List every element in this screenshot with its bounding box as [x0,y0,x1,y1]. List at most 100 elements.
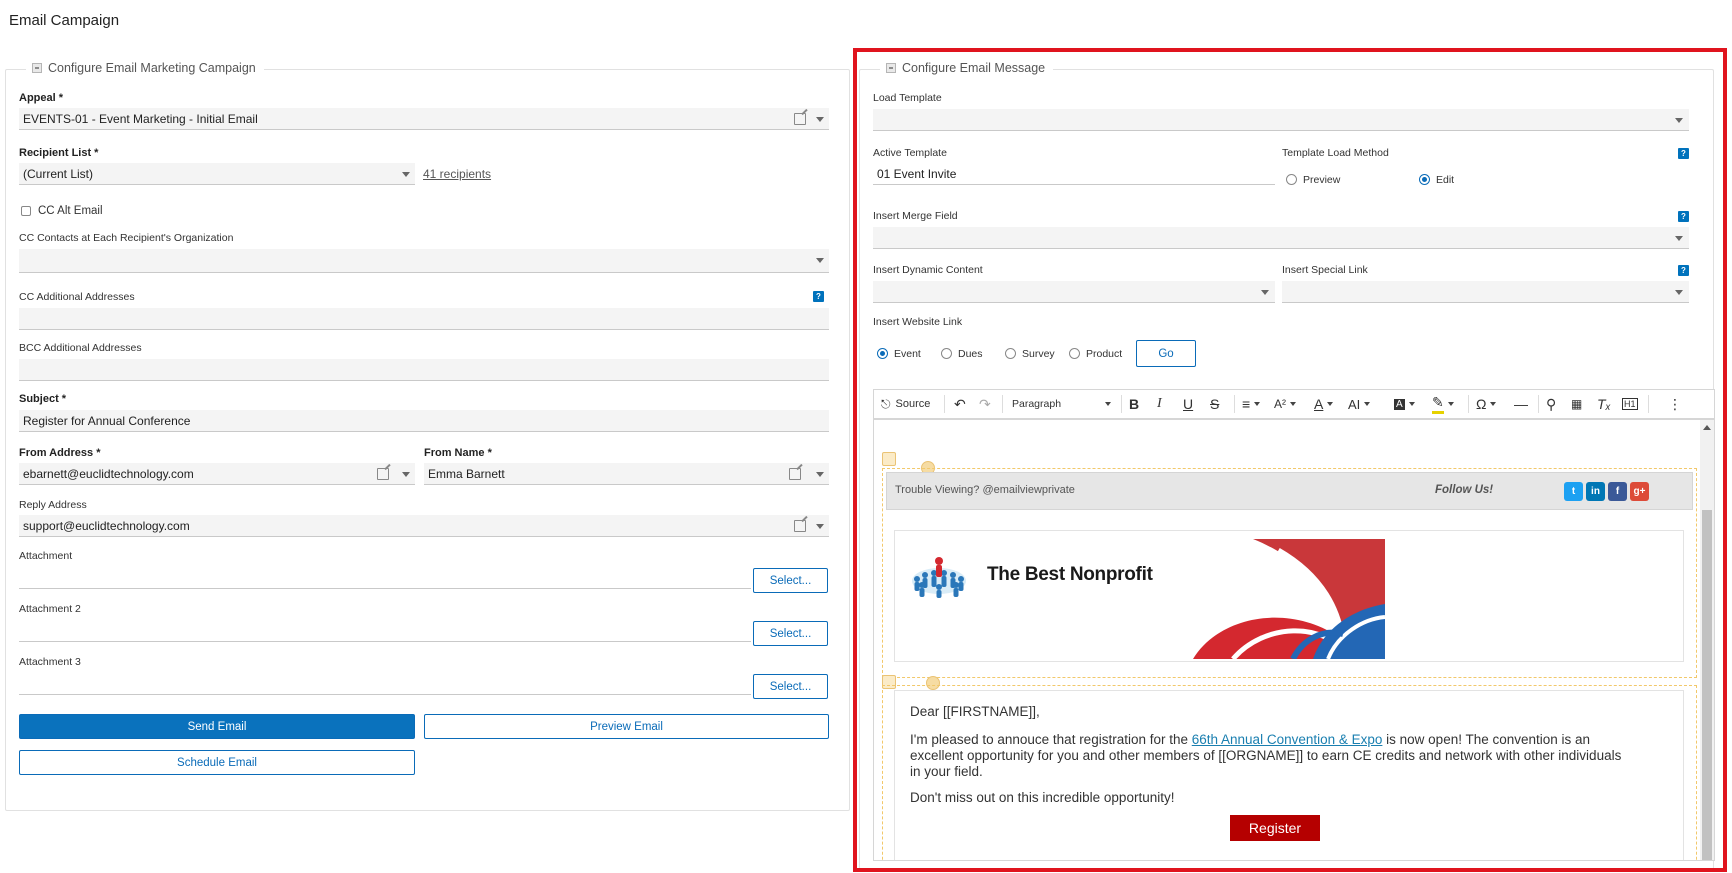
editor-toolbar: ⎋ Source ↶ ↷ Paragraph B I U S ≡ A² A AI… [873,389,1715,419]
from-address-select[interactable]: ebarnett@euclidtechnology.com [19,463,415,485]
linkedin-icon[interactable]: in [1586,482,1605,501]
font-size-icon: A² [1274,397,1286,411]
help-icon[interactable]: ? [1678,148,1689,159]
edit-icon[interactable] [789,468,801,480]
from-name-label: From Name * [424,447,492,459]
source-icon: ⎋ [881,396,891,411]
italic-button[interactable]: I [1157,390,1162,418]
recipient-list-select[interactable]: (Current List) [19,163,415,185]
remove-format-icon: Tₓ [1597,396,1611,412]
appeal-select[interactable]: EVENTS-01 - Event Marketing - Initial Em… [19,108,829,130]
scroll-up-icon[interactable] [1703,425,1711,430]
collapse-icon[interactable] [886,63,896,73]
google-plus-icon[interactable]: g+ [1630,482,1649,501]
chevron-down-icon[interactable] [816,524,824,529]
bcc-additional-input[interactable] [19,359,829,381]
reply-address-select[interactable]: support@euclidtechnology.com [19,515,829,537]
chevron-down-icon[interactable] [816,472,824,477]
select-attachment-button[interactable]: Select... [753,568,828,593]
remove-format-button[interactable]: Tₓ [1597,390,1611,418]
chevron-down-icon[interactable] [1675,290,1683,295]
attachment-field[interactable] [19,567,751,589]
redo-button[interactable]: ↷ [979,390,991,418]
attachment-2-field[interactable] [19,620,751,642]
font-color-dropdown[interactable]: A [1314,390,1334,418]
cc-alt-email-checkbox[interactable] [21,206,31,216]
chevron-down-icon[interactable] [816,117,824,122]
source-button[interactable]: ⎋ Source [881,390,930,418]
preview-email-button[interactable]: Preview Email [424,714,829,739]
help-icon[interactable]: ? [813,291,824,302]
more-options-button[interactable]: ⋮ [1668,390,1682,418]
from-address-label: From Address * [19,447,101,459]
preview-radio[interactable] [1286,174,1297,185]
highlight-dropdown[interactable]: ✎ [1432,390,1454,418]
reply-address-value: support@euclidtechnology.com [23,519,190,533]
select-all-button[interactable]: ▦ [1571,390,1582,418]
drag-handle-icon[interactable] [882,452,896,466]
subject-input[interactable]: Register for Annual Conference [19,410,829,432]
heading-button[interactable]: H1 [1622,390,1638,418]
chevron-down-icon[interactable] [1675,118,1683,123]
recipient-list-value: (Current List) [23,167,94,181]
insert-special-link-select[interactable] [1282,281,1689,303]
edit-icon[interactable] [794,520,806,532]
email-header-strip: Trouble Viewing? @emailviewprivate Follo… [886,472,1693,510]
send-email-button[interactable]: Send Email [19,714,415,739]
edit-radio[interactable] [1419,174,1430,185]
message-panel-legend[interactable]: Configure Email Message [880,61,1054,75]
special-characters-dropdown[interactable]: Ω [1476,390,1497,418]
active-template-input[interactable]: 01 Event Invite [873,163,1275,185]
cc-additional-input[interactable] [19,308,829,330]
editor-content[interactable]: Trouble Viewing? @emailviewprivate Follo… [873,419,1715,861]
survey-radio[interactable] [1005,348,1016,359]
bold-button[interactable]: B [1129,390,1139,418]
twitter-icon[interactable]: t [1564,482,1583,501]
chevron-down-icon[interactable] [1675,236,1683,241]
editor-scrollbar[interactable] [1700,420,1714,860]
recipients-count-link[interactable]: 41 recipients [423,167,491,181]
underline-button[interactable]: U [1183,390,1193,418]
help-icon[interactable]: ? [1678,211,1689,222]
page-title: Email Campaign [9,12,120,29]
horizontal-line-button[interactable]: — [1514,390,1528,418]
help-icon[interactable]: ? [1678,265,1689,276]
schedule-email-button[interactable]: Schedule Email [19,750,415,775]
insert-dynamic-content-select[interactable] [873,281,1275,303]
find-replace-button[interactable]: ⚲ [1546,390,1556,418]
attachment-3-field[interactable] [19,673,751,695]
font-size-dropdown[interactable]: A² [1274,390,1296,418]
campaign-panel-legend[interactable]: Configure Email Marketing Campaign [26,61,264,75]
edit-icon[interactable] [377,468,389,480]
facebook-icon[interactable]: f [1608,482,1627,501]
from-name-select[interactable]: Emma Barnett [424,463,829,485]
chevron-down-icon[interactable] [816,258,824,263]
text-size-dropdown[interactable]: AI [1348,390,1371,418]
underline-icon: U [1183,396,1194,412]
strikethrough-button[interactable]: S [1210,390,1219,418]
go-button[interactable]: Go [1136,340,1196,367]
select-attachment-3-button[interactable]: Select... [753,674,828,699]
product-radio[interactable] [1069,348,1080,359]
collapse-icon[interactable] [32,63,42,73]
paragraph-dropdown[interactable]: Paragraph [1012,390,1117,418]
select-attachment-2-button[interactable]: Select... [753,621,828,646]
preview-radio-label: Preview [1303,174,1341,186]
background-color-dropdown[interactable]: A [1394,390,1415,418]
background-color-icon: A [1394,398,1405,410]
load-template-select[interactable] [873,109,1689,131]
event-radio[interactable] [877,348,888,359]
convention-link[interactable]: 66th Annual Convention & Expo [1192,732,1383,747]
align-dropdown[interactable]: ≡ [1242,390,1261,418]
register-button[interactable]: Register [1230,815,1320,841]
chevron-down-icon[interactable] [402,172,410,177]
chevron-down-icon[interactable] [402,472,410,477]
undo-button[interactable]: ↶ [954,390,966,418]
cc-contacts-select[interactable] [19,249,829,273]
dues-radio-label: Dues [958,348,983,360]
chevron-down-icon[interactable] [1261,290,1269,295]
open-link-icon[interactable] [794,113,806,125]
insert-merge-field-select[interactable] [873,227,1689,249]
scroll-thumb[interactable] [1702,510,1712,860]
dues-radio[interactable] [941,348,952,359]
